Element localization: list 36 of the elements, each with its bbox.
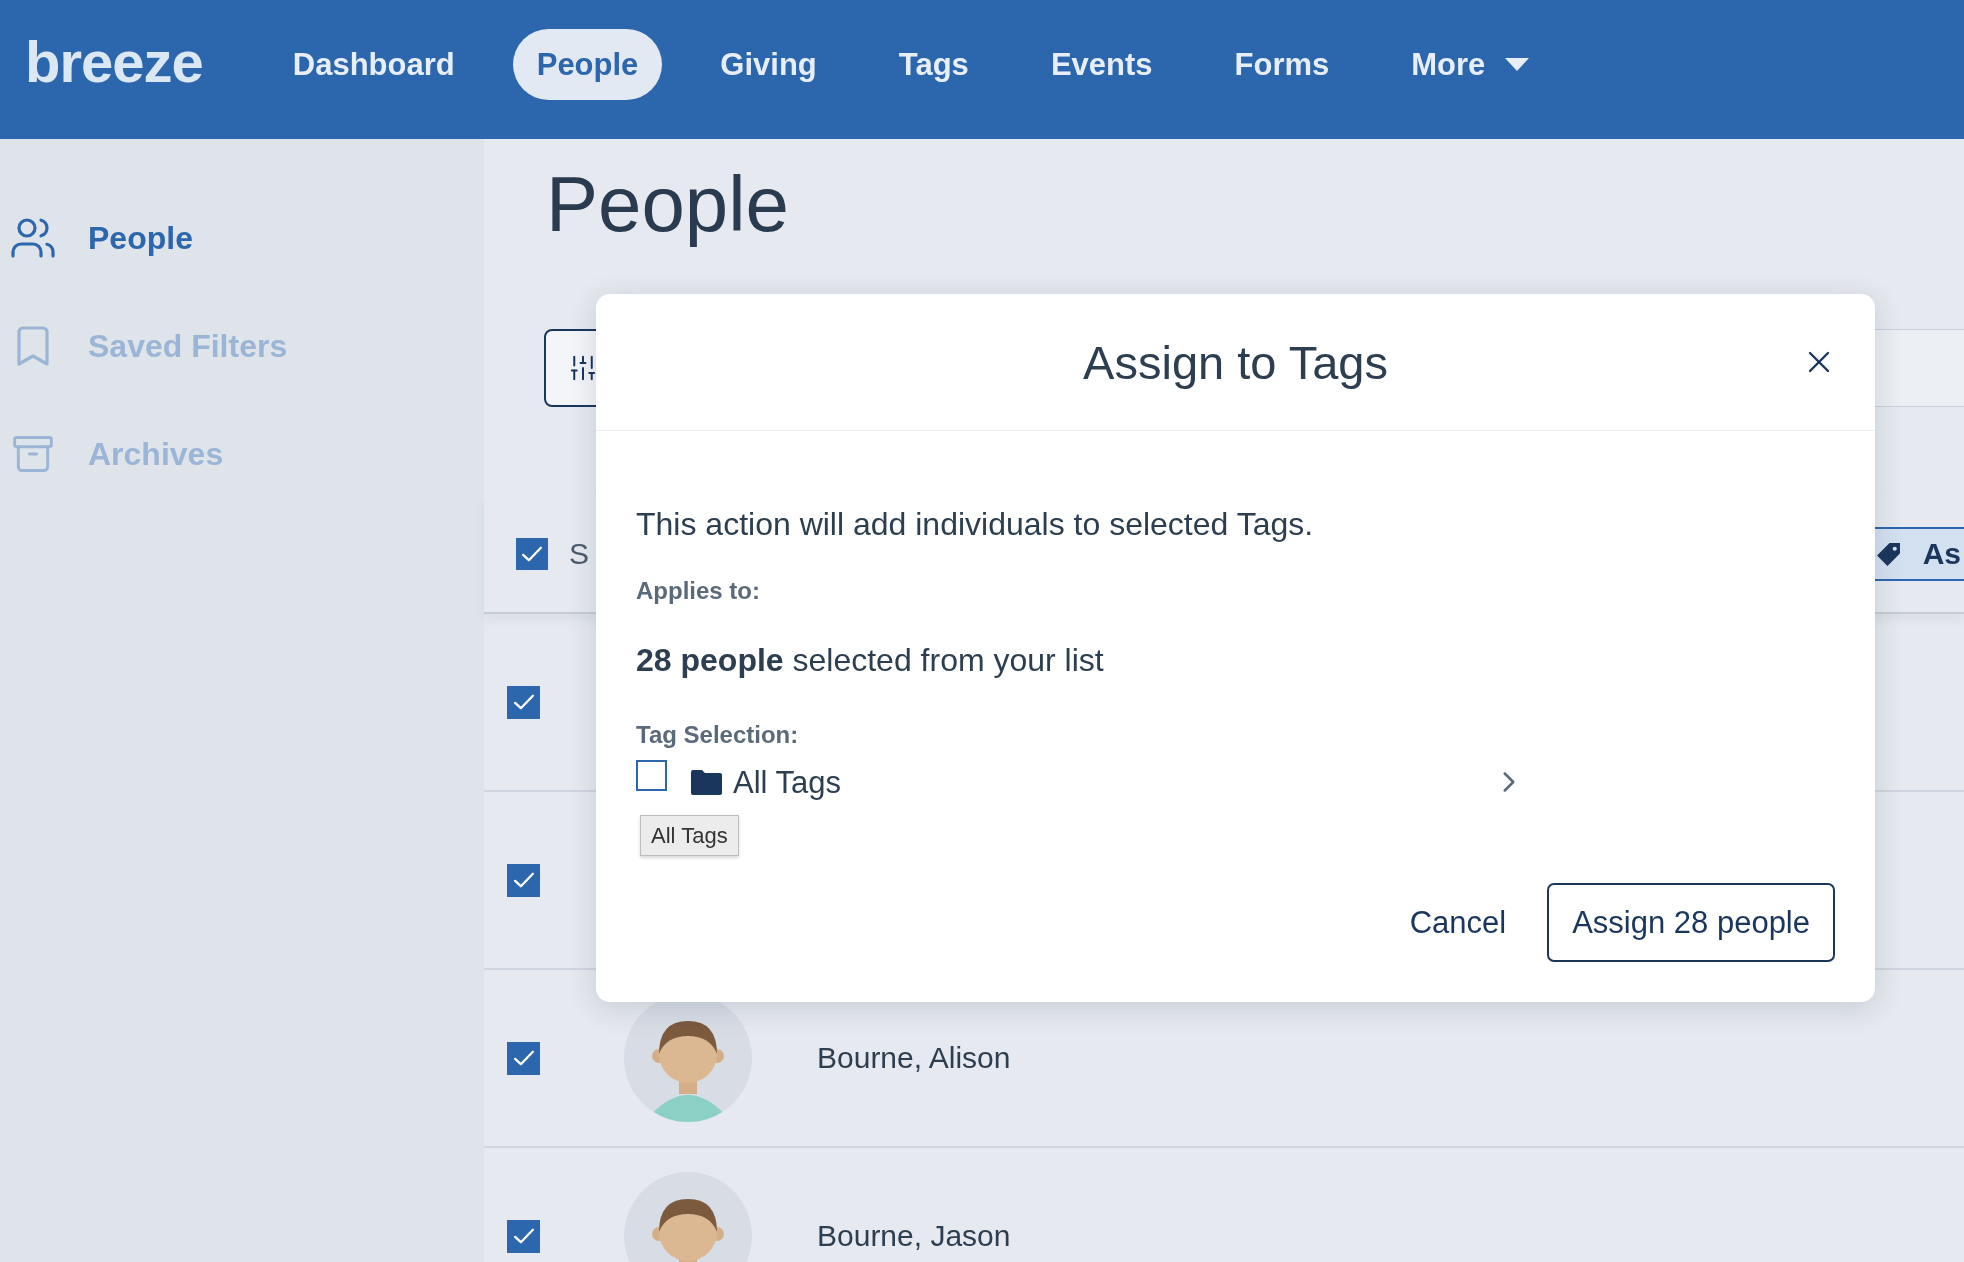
nav-link[interactable]: People xyxy=(512,29,663,100)
app-logo[interactable]: breeze xyxy=(25,32,203,97)
page-title: People xyxy=(545,159,790,250)
select-all-label: S xyxy=(569,539,589,569)
nav-link[interactable]: Dashboard xyxy=(268,29,479,100)
nav-link[interactable]: Events xyxy=(1026,29,1177,100)
more-menu-button[interactable]: More xyxy=(1387,29,1554,100)
checkmark-icon xyxy=(512,872,535,888)
nav-link[interactable]: Giving xyxy=(696,29,841,100)
row-checkbox[interactable] xyxy=(507,685,540,719)
nav-link[interactable]: Tags xyxy=(874,29,993,100)
caret-down-icon xyxy=(1505,58,1530,71)
sidebar-item[interactable]: People xyxy=(9,214,193,262)
dialog-intro-text: This action will add individuals to selected Tags. xyxy=(636,505,1315,543)
cancel-button[interactable]: Cancel xyxy=(1409,907,1507,938)
nav-link[interactable]: Forms xyxy=(1210,29,1354,100)
assign-button[interactable]: Assign 28 people xyxy=(1547,883,1835,962)
tag-checkbox[interactable] xyxy=(636,759,667,791)
checkmark-icon xyxy=(512,1050,535,1066)
tag-label[interactable]: All Tags xyxy=(733,766,841,798)
person-name[interactable]: Bourne, Jason xyxy=(817,1221,1011,1251)
tag-selection-label: Tag Selection: xyxy=(636,721,800,749)
tooltip: All Tags xyxy=(640,815,739,856)
row-checkbox[interactable] xyxy=(507,1219,540,1253)
select-all-checkbox[interactable] xyxy=(516,538,548,570)
person-avatar-icon xyxy=(624,1172,752,1262)
checkmark-icon xyxy=(521,546,543,562)
row-checkbox[interactable] xyxy=(507,1041,540,1075)
tag-icon xyxy=(1875,541,1901,567)
folder-icon xyxy=(691,769,722,795)
selection-count-text: 28 people selected from your list xyxy=(636,641,1105,679)
person-name[interactable]: Bourne, Alison xyxy=(817,1043,1011,1073)
checkmark-icon xyxy=(512,694,535,710)
checkmark-icon xyxy=(512,1228,535,1244)
row-checkbox[interactable] xyxy=(507,863,540,897)
applies-to-label: Applies to: xyxy=(636,577,761,605)
